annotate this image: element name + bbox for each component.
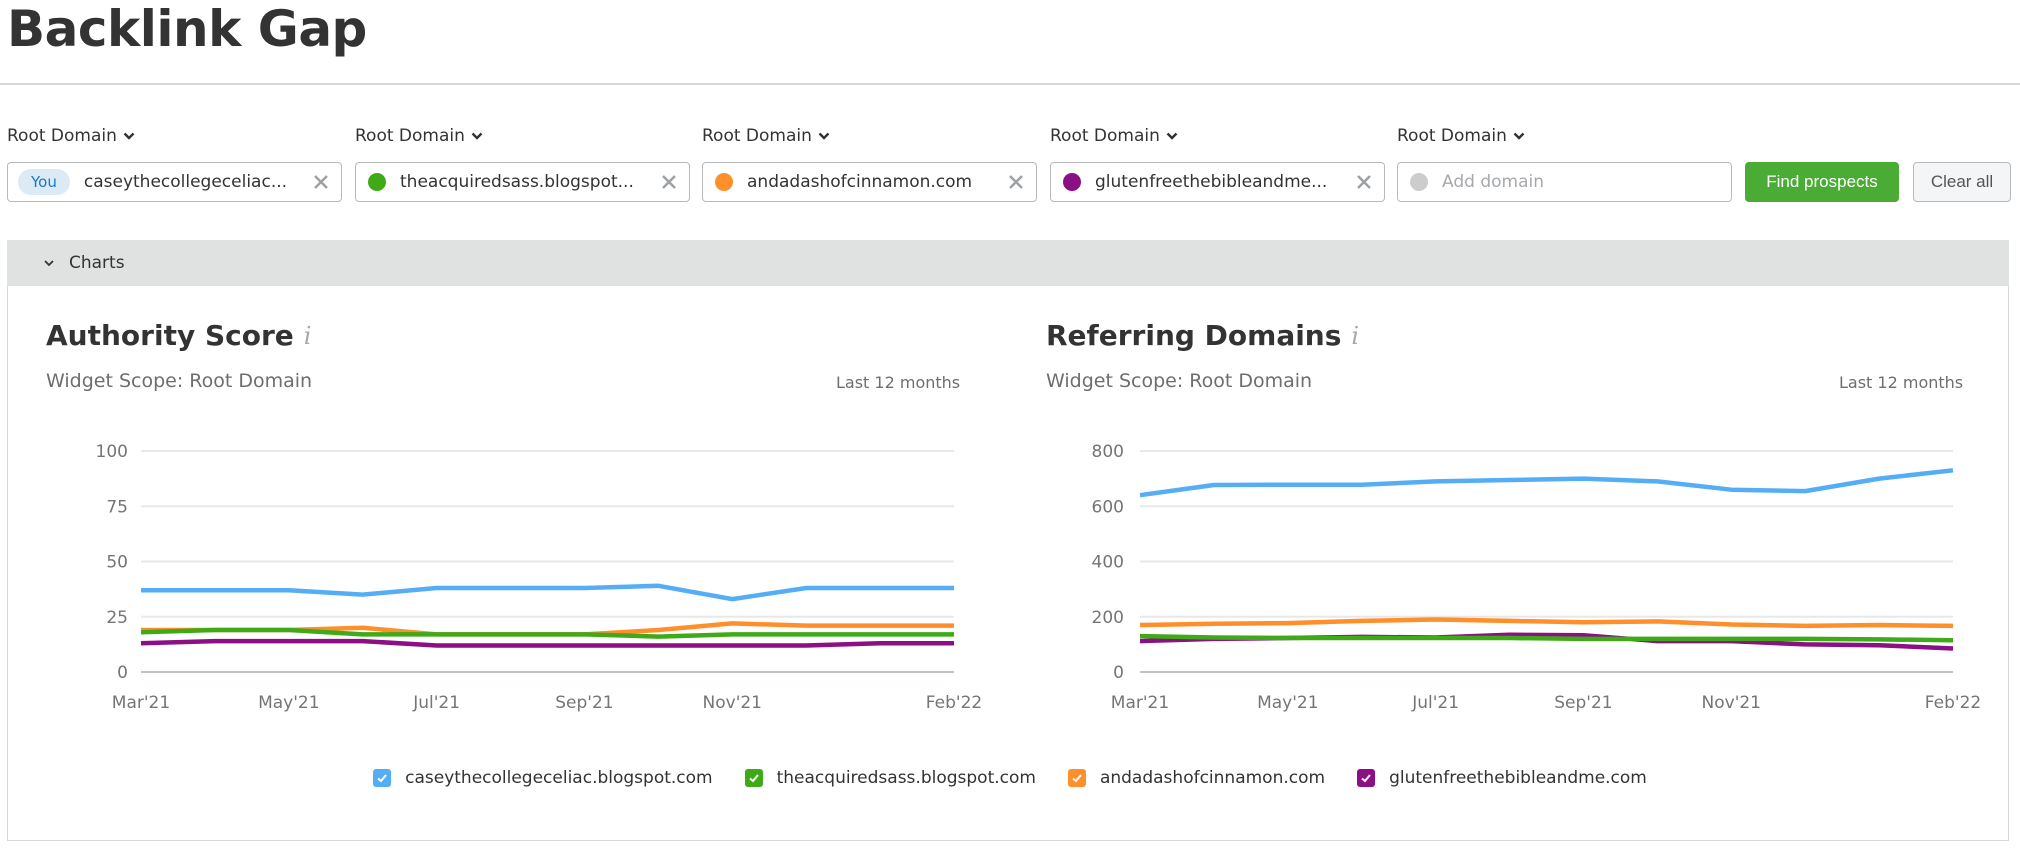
legend-label: andadashofcinnamon.com: [1099, 768, 1326, 788]
y-tick-label: 600: [1092, 497, 1124, 517]
legend-item[interactable]: caseythecollegeceliac.blogspot.com: [373, 768, 713, 788]
y-tick-label: 200: [1092, 608, 1124, 628]
checkbox-checked-icon[interactable]: [1067, 769, 1086, 787]
y-tick-label: 400: [1092, 553, 1124, 573]
series-line: [1139, 468, 1954, 498]
x-tick-label: May'21: [1257, 693, 1318, 713]
x-tick-label: Sep'21: [1554, 693, 1612, 713]
checkbox-checked-icon[interactable]: [373, 769, 392, 787]
legend-label: theacquiredsass.blogspot.com: [776, 768, 1036, 788]
x-tick-label: Nov'21: [1702, 693, 1761, 713]
series-line: [1139, 633, 1954, 643]
y-tick-label: 0: [1113, 663, 1124, 683]
legend-label: caseythecollegeceliac.blogspot.com: [405, 768, 713, 788]
chart-legend: caseythecollegeceliac.blogspot.com theac…: [0, 768, 2020, 788]
x-tick-label: Feb'22: [1925, 693, 1981, 713]
checkbox-checked-icon[interactable]: [1357, 769, 1376, 787]
referring-domains-chart: 0 200 400 600 800 Mar'21 May'21 Jul'21 Sep'21 Nov…: [1092, 442, 1982, 713]
checkbox-checked-icon[interactable]: [744, 769, 763, 787]
legend-label: glutenfreethebibleandme.com: [1389, 768, 1647, 788]
y-tick-label: 800: [1092, 442, 1124, 462]
x-tick-label: Mar'21: [1111, 693, 1169, 713]
series-line: [1139, 617, 1954, 629]
legend-item[interactable]: andadashofcinnamon.com: [1067, 768, 1326, 788]
x-tick-label: Jul'21: [1411, 693, 1459, 713]
legend-item[interactable]: glutenfreethebibleandme.com: [1357, 768, 1647, 788]
legend-item[interactable]: theacquiredsass.blogspot.com: [744, 768, 1036, 788]
